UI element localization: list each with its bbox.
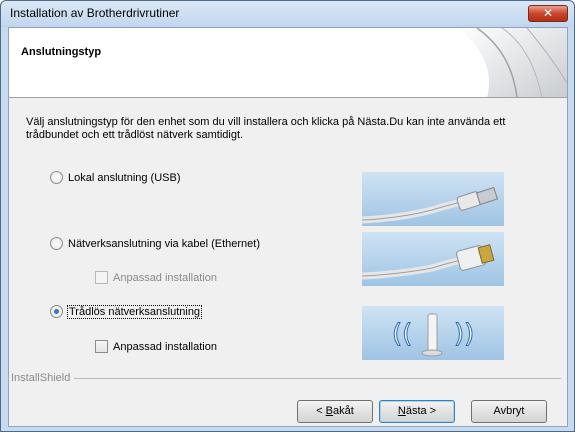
installshield-brand: InstallShield <box>9 372 567 384</box>
ethernet-option-label[interactable]: Nätverksanslutning via kabel (Ethernet) <box>68 238 260 250</box>
usb-option[interactable]: Lokal anslutning (USB) <box>50 171 181 184</box>
cancel-button[interactable]: Avbryt <box>471 400 547 423</box>
ethernet-cable-image <box>362 232 504 286</box>
dialog-client-area: Anslutningstyp Välj anslutningstyp för d… <box>8 27 568 427</box>
next-button-accel: N <box>397 405 406 417</box>
header-panel: Anslutningstyp <box>9 28 567 98</box>
svg-text:((: (( <box>392 319 412 349</box>
wireless-router-image: (( )) <box>362 306 504 360</box>
wireless-custom-option[interactable]: Anpassad installation <box>95 340 217 353</box>
next-button[interactable]: Nästa > <box>379 400 455 423</box>
brand-divider <box>11 378 561 379</box>
page-title: Anslutningstyp <box>21 46 102 58</box>
ethernet-custom-label[interactable]: Anpassad installation <box>113 272 217 284</box>
installer-window: Installation av Brotherdrivrutiner ✕ Ans… <box>0 0 575 432</box>
wireless-option-label[interactable]: Trådlös nätverksanslutning <box>66 304 203 319</box>
wireless-custom-checkbox[interactable] <box>95 340 108 353</box>
window-title: Installation av Brotherdrivrutiner <box>10 6 180 20</box>
usb-cable-image <box>362 172 504 226</box>
header-decoration-icon <box>457 28 567 97</box>
wireless-option[interactable]: Trådlös nätverksanslutning <box>50 304 203 319</box>
back-button-rest: akåt <box>333 405 354 417</box>
wireless-custom-label[interactable]: Anpassad installation <box>113 341 217 353</box>
ethernet-radio[interactable] <box>50 237 63 250</box>
ethernet-custom-checkbox[interactable] <box>95 271 108 284</box>
brand-label: InstallShield <box>11 372 75 384</box>
usb-radio[interactable] <box>50 171 63 184</box>
ethernet-custom-option[interactable]: Anpassad installation <box>95 271 217 284</box>
ethernet-option[interactable]: Nätverksanslutning via kabel (Ethernet) <box>50 237 260 250</box>
title-bar[interactable]: Installation av Brotherdrivrutiner ✕ <box>1 1 574 27</box>
intro-text: Välj anslutningstyp för den enhet som du… <box>26 116 506 141</box>
close-button[interactable]: ✕ <box>528 5 568 22</box>
svg-text:)): )) <box>454 319 474 349</box>
usb-option-label[interactable]: Lokal anslutning (USB) <box>68 172 181 184</box>
wireless-radio[interactable] <box>50 305 63 318</box>
next-button-rest: ästa > <box>405 405 437 417</box>
back-button-prefix: < <box>316 405 326 417</box>
back-button-accel: B <box>325 405 334 417</box>
back-button[interactable]: < Bakåt <box>297 400 373 423</box>
